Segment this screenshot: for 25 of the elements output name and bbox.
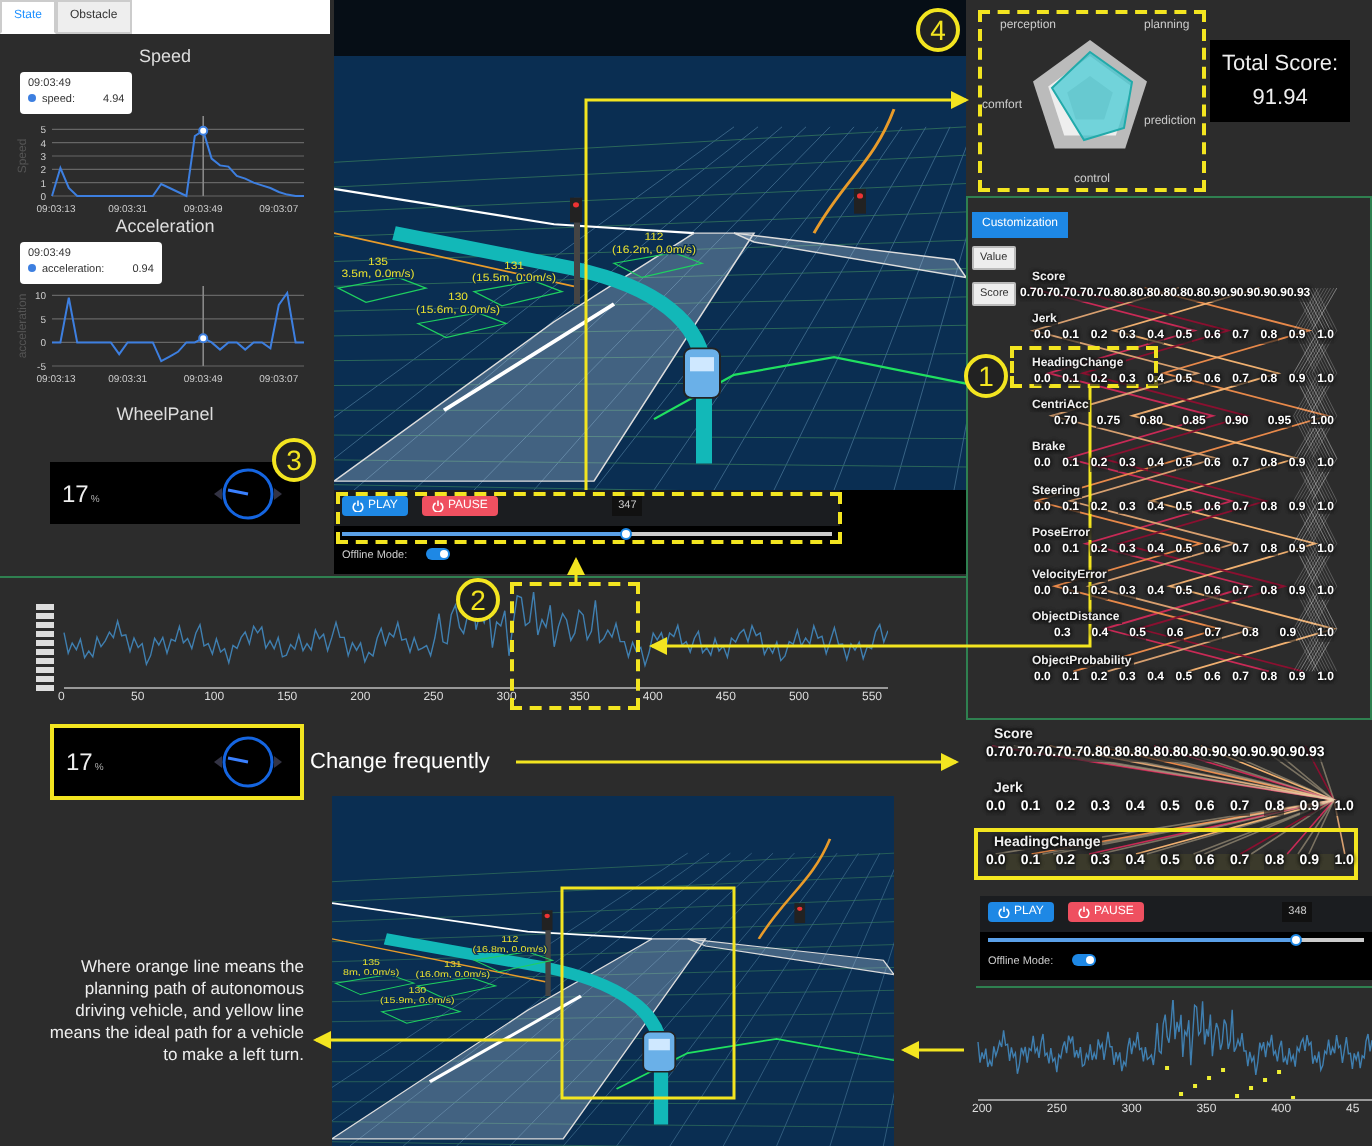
axis-ticks-drawing bbox=[32, 600, 60, 692]
hover-point bbox=[198, 333, 209, 344]
series-dot bbox=[28, 94, 36, 103]
chart-title: Speed bbox=[136, 48, 194, 68]
power-icon bbox=[352, 500, 364, 513]
score-label: Total Score: bbox=[1222, 50, 1339, 80]
hover-point bbox=[198, 125, 209, 136]
score-value: 91.94 bbox=[1250, 83, 1310, 113]
annotation-text: Where orange line means the planning path of autonomous driving vehicle, and yellow line means the ideal path for a vehicle to make a left turn. bbox=[47, 956, 304, 1067]
chart-title: Acceleration bbox=[113, 218, 217, 238]
wheel-value: 17 bbox=[62, 479, 89, 507]
callout-number: 2 bbox=[456, 578, 500, 622]
wheel-value: 17 bbox=[66, 748, 93, 776]
power-icon bbox=[998, 906, 1010, 919]
annotation-text: Change frequently bbox=[310, 748, 490, 778]
power-icon bbox=[1078, 906, 1090, 919]
panel-title: WheelPanel bbox=[114, 406, 216, 426]
callout-number: 3 bbox=[272, 438, 316, 482]
power-icon bbox=[432, 500, 444, 513]
callout-arrow bbox=[567, 557, 585, 584]
offline-toggle[interactable] bbox=[426, 548, 450, 560]
callout-number: 1 bbox=[964, 354, 1008, 398]
series-dot bbox=[28, 264, 36, 273]
offline-toggle[interactable] bbox=[1072, 954, 1096, 966]
callout-arrow bbox=[901, 1041, 964, 1059]
